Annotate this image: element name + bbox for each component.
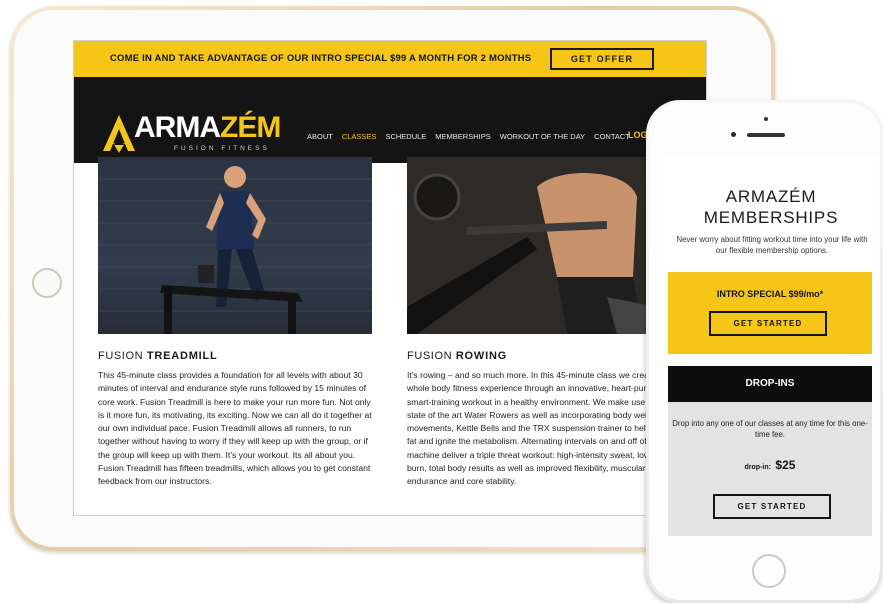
rowing-class-photo[interactable] <box>407 157 681 334</box>
tablet-home-button[interactable] <box>32 268 62 298</box>
nav-memberships[interactable]: MEMBERSHIPS <box>435 132 490 141</box>
dropins-panel: Drop into any one of our classes at any … <box>668 402 872 536</box>
logo-wordmark: ARMAZÉM <box>134 111 281 144</box>
intro-special-label: INTRO SPECIAL $99/mo* <box>716 289 824 299</box>
nav-about[interactable]: ABOUT <box>307 132 333 141</box>
speaker-grille <box>747 133 785 137</box>
rowing-photo-illustration <box>407 157 681 334</box>
nav-contact[interactable]: CONTACT <box>594 132 630 141</box>
tablet-screen: COME IN AND TAKE ADVANTAGE OF OUR INTRO … <box>73 40 707 516</box>
main-nav: ABOUT CLASSES SCHEDULE MEMBERSHIPS WORKO… <box>307 132 630 141</box>
sensor-icon <box>731 132 736 137</box>
dropin-price: drop-in: $25 <box>744 458 796 472</box>
get-offer-button[interactable]: GET OFFER <box>550 48 654 70</box>
promo-text: COME IN AND TAKE ADVANTAGE OF OUR INTRO … <box>110 53 532 64</box>
treadmill-photo-illustration <box>98 166 372 334</box>
phone-home-button[interactable] <box>752 554 786 588</box>
logo-mark-icon <box>103 115 135 153</box>
nav-schedule[interactable]: SCHEDULE <box>385 132 426 141</box>
card-title-rowing: FUSION ROWING <box>407 350 508 362</box>
card-title-treadmill: FUSION TREADMILL <box>98 350 218 362</box>
treadmill-class-photo[interactable] <box>98 157 372 334</box>
card-body-treadmill: This 45-minute class provides a foundati… <box>98 370 372 487</box>
phone-screen: ARMAZÉM MEMBERSHIPS Never worry about fi… <box>664 156 878 536</box>
logo-tagline: FUSION FITNESS <box>174 145 270 152</box>
memberships-heading: ARMAZÉM MEMBERSHIPS <box>703 187 839 227</box>
site-header: ARMAZÉM FUSION FITNESS ABOUT CLASSES SCH… <box>74 77 706 163</box>
get-started-button[interactable]: GET STARTED <box>709 311 827 336</box>
memberships-description: Never worry about fitting workout time i… <box>676 235 868 255</box>
front-camera-icon <box>764 117 768 121</box>
card-body-rowing: It's rowing – and so much more. In this … <box>407 370 679 487</box>
logo[interactable]: ARMAZÉM FUSION FITNESS <box>102 111 281 161</box>
promo-banner: COME IN AND TAKE ADVANTAGE OF OUR INTRO … <box>74 41 706 77</box>
dropins-heading: DROP-INS <box>668 366 872 402</box>
dropins-description: Drop into any one of our classes at any … <box>672 419 868 439</box>
nav-classes[interactable]: CLASSES <box>342 132 377 141</box>
nav-workout-of-the-day[interactable]: WORKOUT OF THE DAY <box>500 132 585 141</box>
intro-special-panel: INTRO SPECIAL $99/mo* GET STARTED <box>668 272 872 354</box>
dropin-get-started-button[interactable]: GET STARTED <box>713 494 831 519</box>
